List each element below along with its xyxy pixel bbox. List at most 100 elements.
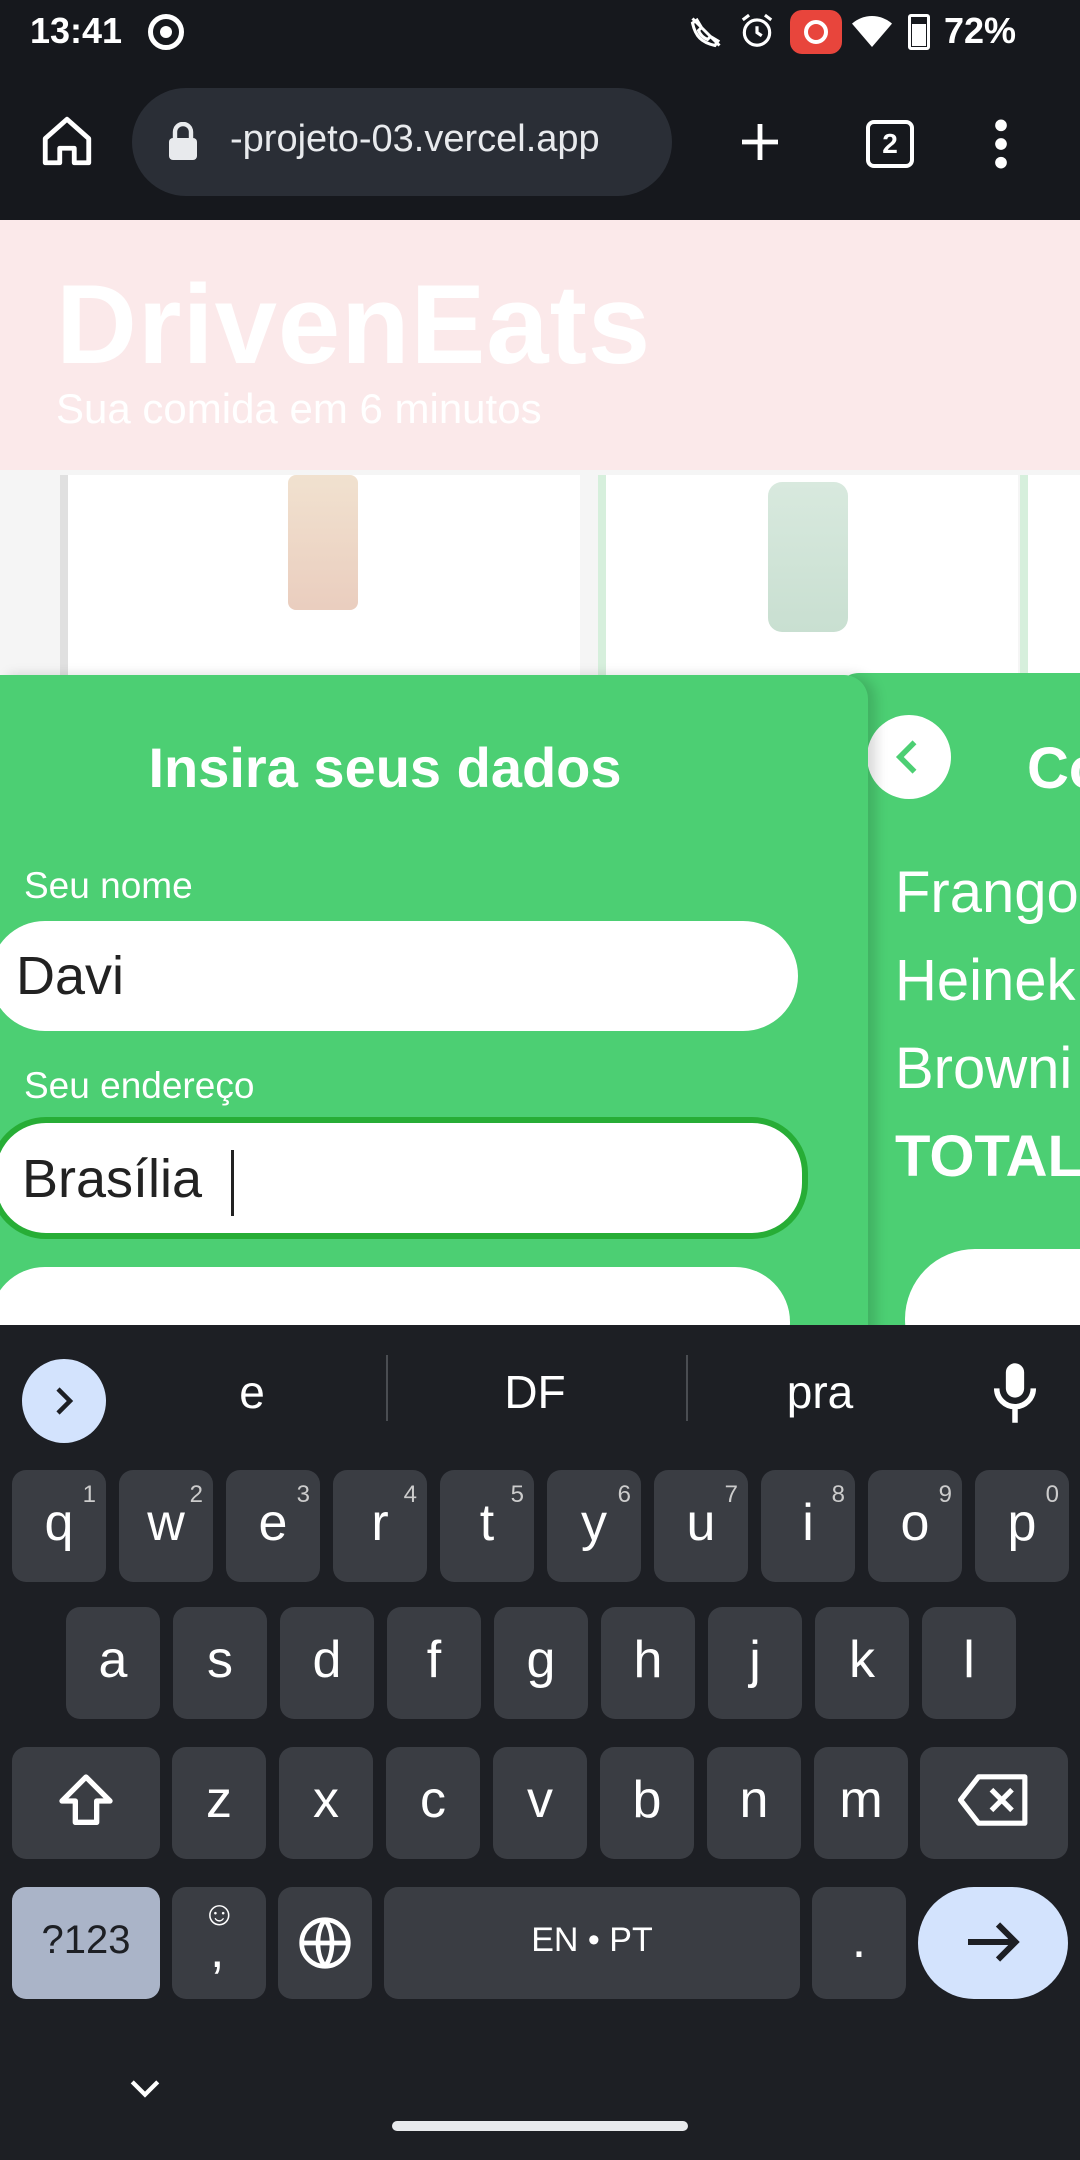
key-a[interactable]: a	[66, 1607, 160, 1719]
key-u[interactable]: u7	[654, 1470, 748, 1582]
key-x[interactable]: x	[279, 1747, 373, 1859]
key-v[interactable]: v	[493, 1747, 587, 1859]
tab-count: 2	[882, 128, 898, 159]
key-label: t	[479, 1494, 495, 1552]
language-key[interactable]	[278, 1887, 372, 1999]
key-p[interactable]: p0	[975, 1470, 1069, 1582]
home-icon[interactable]	[38, 112, 96, 170]
period-key-label: .	[851, 1911, 867, 1969]
key-g[interactable]: g	[494, 1607, 588, 1719]
suggestion[interactable]: DF	[395, 1365, 675, 1419]
key-e[interactable]: e3	[226, 1470, 320, 1582]
juice-bottle-image	[288, 475, 358, 610]
key-b[interactable]: b	[600, 1747, 694, 1859]
key-hint: 1	[82, 1481, 96, 1508]
suggestion[interactable]: pra	[680, 1365, 960, 1419]
key-z[interactable]: z	[172, 1747, 266, 1859]
key-j[interactable]: j	[708, 1607, 802, 1719]
menu-icon[interactable]	[986, 116, 1016, 172]
name-field[interactable]: Davi	[0, 921, 798, 1031]
modal-title: Insira seus dados	[148, 736, 622, 799]
key-hint: 6	[617, 1481, 631, 1508]
symbols-key-label: ?123	[41, 1918, 131, 1962]
address-field[interactable]: Brasília	[0, 1117, 808, 1239]
battery-percent: 72%	[943, 10, 1016, 51]
soft-keyboard: e DF pra ?123 ☺ , EN • PT . q1w2e3r4t5y6…	[0, 1325, 1080, 2160]
key-s[interactable]: s	[173, 1607, 267, 1719]
customer-data-modal: Insira seus dados Seu nome Davi Seu ende…	[0, 675, 868, 1325]
arrow-right-icon	[968, 1922, 1020, 1962]
backspace-key[interactable]	[920, 1747, 1068, 1859]
key-label: w	[147, 1494, 185, 1552]
url-text[interactable]: -projeto-03.vercel.app	[230, 118, 600, 161]
key-o[interactable]: o9	[868, 1470, 962, 1582]
battery-icon	[908, 14, 930, 50]
key-label: y	[581, 1494, 607, 1552]
key-label: b	[632, 1771, 662, 1829]
globe-icon	[299, 1917, 351, 1969]
key-label: j	[749, 1631, 761, 1689]
key-q[interactable]: q1	[12, 1470, 106, 1582]
key-hint: 7	[724, 1481, 738, 1508]
shift-icon	[59, 1774, 113, 1825]
summary-action-button[interactable]	[905, 1249, 1080, 1325]
period-key[interactable]: .	[812, 1887, 906, 1999]
back-button[interactable]	[867, 715, 951, 799]
key-t[interactable]: t5	[440, 1470, 534, 1582]
key-label: x	[313, 1771, 339, 1829]
comma-key-label: ,	[210, 1921, 225, 1979]
shift-key[interactable]	[12, 1747, 160, 1859]
next-field[interactable]	[0, 1267, 790, 1325]
tagline: Sua comida em 6 minutos	[56, 385, 542, 432]
key-hint: 0	[1045, 1481, 1059, 1508]
name-value: Davi	[16, 946, 125, 1006]
key-hint: 3	[296, 1481, 310, 1508]
key-h[interactable]: h	[601, 1607, 695, 1719]
key-label: v	[527, 1771, 553, 1829]
symbols-key[interactable]: ?123	[12, 1887, 160, 1999]
key-y[interactable]: y6	[547, 1470, 641, 1582]
key-d[interactable]: d	[280, 1607, 374, 1719]
space-key[interactable]: EN • PT	[384, 1887, 800, 1999]
key-label: a	[98, 1631, 128, 1689]
expand-suggestions-button[interactable]	[22, 1359, 106, 1443]
key-label: u	[686, 1494, 716, 1552]
key-l[interactable]: l	[922, 1607, 1016, 1719]
key-hint: 2	[189, 1481, 203, 1508]
key-m[interactable]: m	[814, 1747, 908, 1859]
key-label: d	[312, 1631, 342, 1689]
chevron-right-icon	[56, 1387, 74, 1415]
text-cursor	[231, 1149, 235, 1216]
key-hint: 9	[938, 1481, 952, 1508]
key-label: f	[426, 1631, 442, 1689]
wifi-icon	[852, 16, 892, 47]
key-label: c	[420, 1771, 446, 1829]
enter-key[interactable]	[918, 1887, 1068, 1999]
key-w[interactable]: w2	[119, 1470, 213, 1582]
key-i[interactable]: i8	[761, 1470, 855, 1582]
address-label: Seu endereço	[24, 1065, 255, 1106]
key-label: l	[963, 1631, 975, 1689]
key-hint: 5	[510, 1481, 524, 1508]
summary-total-label: TOTAL	[895, 1124, 1080, 1189]
key-r[interactable]: r4	[333, 1470, 427, 1582]
hide-keyboard-icon[interactable]	[128, 2077, 162, 2101]
key-k[interactable]: k	[815, 1607, 909, 1719]
emoji-comma-key[interactable]: ☺ ,	[172, 1887, 266, 1999]
new-tab-icon[interactable]	[736, 118, 784, 166]
name-label: Seu nome	[24, 865, 193, 906]
gesture-nav-bar[interactable]	[392, 2121, 688, 2131]
key-f[interactable]: f	[387, 1607, 481, 1719]
suggestion[interactable]: e	[112, 1365, 392, 1419]
microphone-icon[interactable]	[990, 1361, 1040, 1425]
beer-can-image	[768, 482, 848, 632]
key-label: k	[849, 1631, 875, 1689]
order-summary-panel: Co Frango Heinek Browni TOTAL	[835, 673, 1080, 1325]
clock: 13:41	[30, 10, 123, 51]
record-icon	[148, 14, 184, 50]
space-key-label: EN • PT	[531, 1921, 653, 1959]
key-n[interactable]: n	[707, 1747, 801, 1859]
key-label: h	[633, 1631, 663, 1689]
tab-switcher-button[interactable]: 2	[866, 120, 914, 168]
key-c[interactable]: c	[386, 1747, 480, 1859]
